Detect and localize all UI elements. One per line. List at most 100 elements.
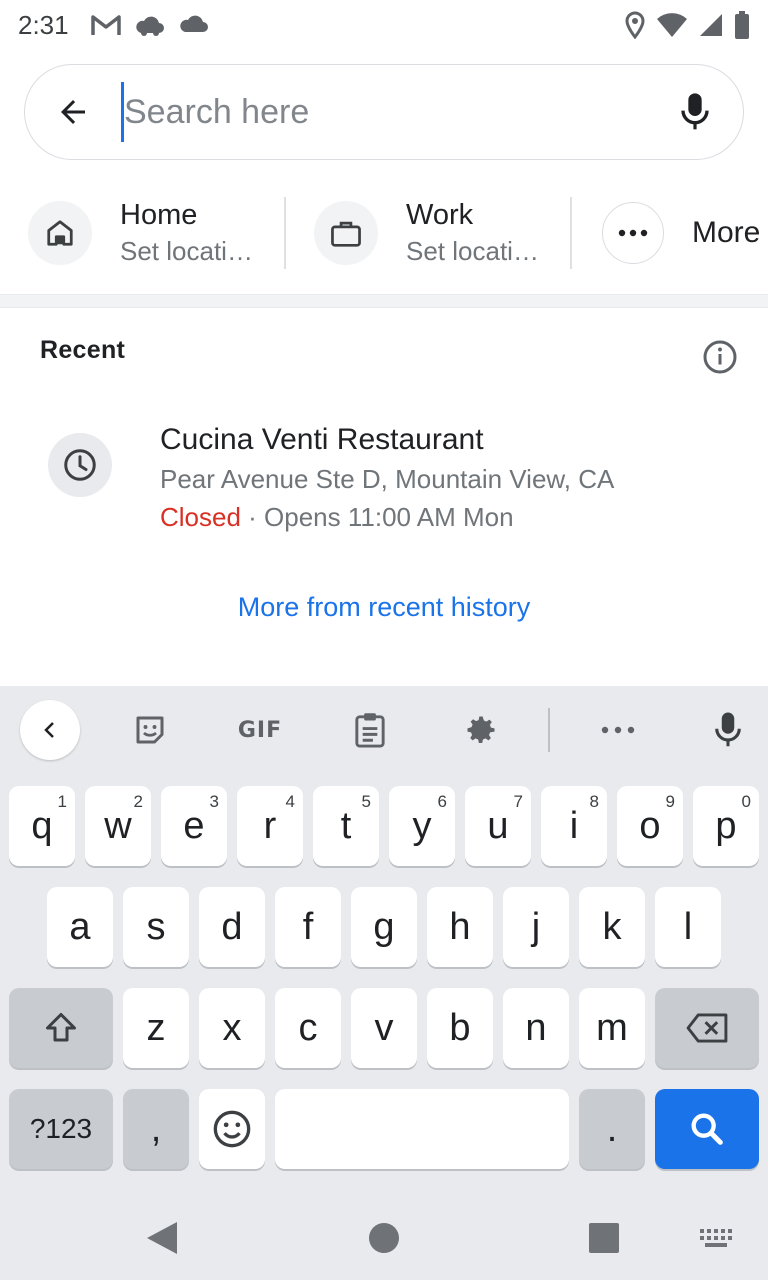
clipboard-button[interactable]: [340, 700, 400, 760]
key-p[interactable]: p0: [693, 786, 759, 866]
settings-button[interactable]: [451, 700, 511, 760]
emoji-icon: [213, 1110, 251, 1148]
key-n[interactable]: n: [503, 988, 569, 1068]
recent-header: Recent: [40, 336, 126, 364]
cloud-icon: [179, 14, 209, 36]
key-a[interactable]: a: [47, 887, 113, 967]
microphone-icon: [681, 93, 709, 130]
back-button[interactable]: [25, 64, 121, 160]
key-i[interactable]: i8: [541, 786, 607, 866]
shortcut-work[interactable]: Work Set locati…: [286, 190, 570, 276]
keyboard-icon: [700, 1229, 732, 1247]
search-icon: [691, 1113, 723, 1145]
key-x[interactable]: x: [199, 988, 265, 1068]
sticker-button[interactable]: [120, 700, 180, 760]
shortcut-home[interactable]: Home Set locati…: [0, 190, 284, 276]
key-hint: 7: [513, 792, 523, 811]
key-z[interactable]: z: [123, 988, 189, 1068]
nav-home-button[interactable]: [360, 1214, 408, 1262]
key-l[interactable]: l: [655, 887, 721, 967]
more-horiz-icon: [602, 202, 664, 264]
microphone-icon: [715, 712, 741, 747]
backspace-key[interactable]: [655, 988, 759, 1068]
key-y[interactable]: y6: [389, 786, 455, 866]
comma-key[interactable]: ,: [123, 1089, 189, 1169]
shortcut-title: Work: [406, 199, 474, 231]
symbols-key[interactable]: ?123: [9, 1089, 113, 1169]
key-t[interactable]: t5: [313, 786, 379, 866]
shift-icon: [46, 1013, 76, 1042]
nav-recents-button[interactable]: [580, 1214, 628, 1262]
recent-item[interactable]: Cucina Venti Restaurant Pear Avenue Ste …: [48, 420, 748, 550]
shift-key[interactable]: [9, 988, 113, 1068]
voice-search-button[interactable]: [647, 64, 743, 160]
key-label: e: [183, 804, 205, 847]
key-c[interactable]: c: [275, 988, 341, 1068]
key-f[interactable]: f: [275, 887, 341, 967]
key-hint: 0: [741, 792, 751, 811]
gmail-icon: [90, 13, 121, 37]
saved-places-shortcuts: Home Set locati… Work Set locati… More: [0, 190, 768, 276]
key-m[interactable]: m: [579, 988, 645, 1068]
emoji-key[interactable]: [199, 1089, 265, 1169]
backspace-icon: [686, 1013, 728, 1043]
info-icon[interactable]: [702, 339, 738, 380]
key-u[interactable]: u7: [465, 786, 531, 866]
gear-icon: [467, 716, 495, 744]
status-time: 2:31: [18, 9, 69, 40]
keyboard-voice-button[interactable]: [698, 700, 758, 760]
key-v[interactable]: v: [351, 988, 417, 1068]
key-hint: 2: [133, 792, 143, 811]
gif-button[interactable]: GIF: [230, 700, 290, 760]
key-j[interactable]: j: [503, 887, 569, 967]
key-o[interactable]: o9: [617, 786, 683, 866]
shortcut-title: Home: [120, 199, 198, 231]
key-hint: 1: [57, 792, 67, 811]
key-hint: 4: [285, 792, 295, 811]
shortcut-subtitle: Set locati…: [120, 236, 253, 266]
triangle-back-icon: [147, 1222, 177, 1254]
chevron-left-icon: [44, 722, 54, 738]
key-q[interactable]: q1: [9, 786, 75, 866]
key-hint: 8: [589, 792, 599, 811]
nav-back-button[interactable]: [138, 1214, 186, 1262]
key-label: w: [104, 804, 132, 847]
place-name: Cucina Venti Restaurant: [160, 423, 484, 456]
shortcut-subtitle: Set locati…: [406, 236, 539, 266]
key-d[interactable]: d: [199, 887, 265, 967]
key-e[interactable]: e3: [161, 786, 227, 866]
key-h[interactable]: h: [427, 887, 493, 967]
shortcut-more[interactable]: More: [572, 190, 760, 276]
battery-icon: [734, 11, 750, 39]
key-s[interactable]: s: [123, 887, 189, 967]
key-g[interactable]: g: [351, 887, 417, 967]
more-options-button[interactable]: [588, 700, 648, 760]
keyboard-collapse-button[interactable]: [20, 700, 80, 760]
system-navigation-bar: [0, 1194, 768, 1280]
key-label: y: [412, 804, 432, 847]
space-key[interactable]: [275, 1089, 569, 1169]
period-key[interactable]: .: [579, 1089, 645, 1169]
key-hint: 9: [665, 792, 675, 811]
key-label: t: [340, 804, 352, 847]
keyboard-switch-button[interactable]: [692, 1214, 740, 1262]
key-r[interactable]: r4: [237, 786, 303, 866]
more-history-link[interactable]: More from recent history: [0, 592, 768, 623]
key-label: r: [263, 804, 277, 847]
keyboard-toolbar: GIF: [0, 686, 768, 774]
key-w[interactable]: w2: [85, 786, 151, 866]
search-input[interactable]: [121, 82, 647, 142]
cloud-icon: [135, 13, 165, 37]
home-icon: [28, 201, 92, 265]
key-label: o: [639, 804, 661, 847]
search-key[interactable]: [655, 1089, 759, 1169]
toolbar-separator: [548, 708, 550, 752]
key-b[interactable]: b: [427, 988, 493, 1068]
section-divider: [0, 294, 768, 308]
place-address: Pear Avenue Ste D, Mountain View, CA: [160, 464, 615, 494]
closed-status: Closed: [160, 502, 241, 532]
key-hint: 5: [361, 792, 371, 811]
key-label: i: [569, 804, 579, 847]
search-bar: [24, 64, 744, 160]
key-k[interactable]: k: [579, 887, 645, 967]
